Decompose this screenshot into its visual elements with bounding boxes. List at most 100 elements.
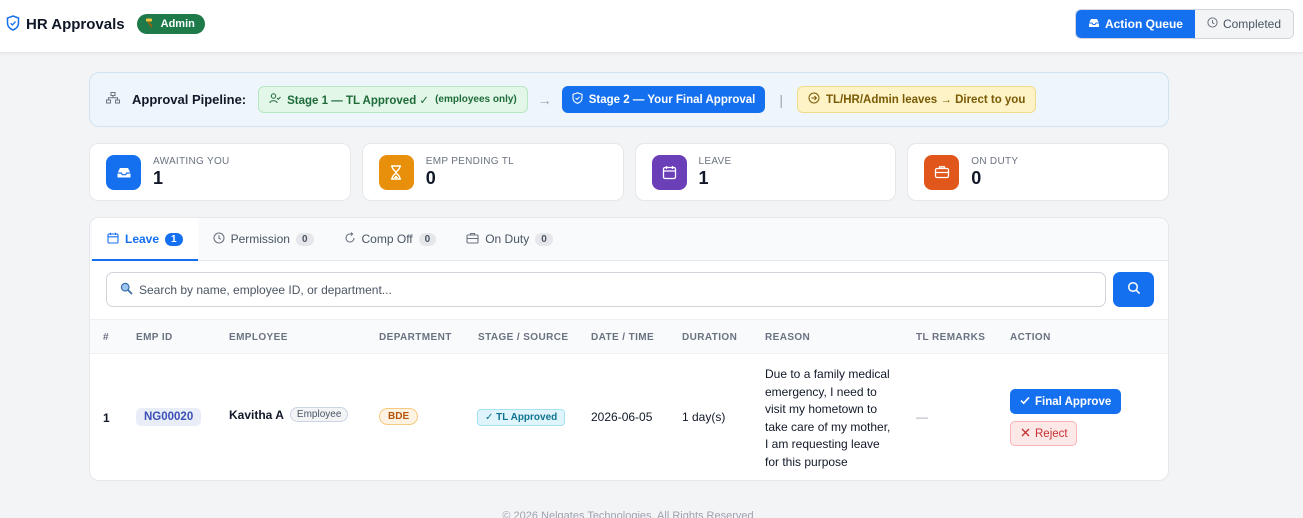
brand: HR Approvals Admin (6, 14, 205, 34)
check-icon (1020, 396, 1030, 408)
tab-label: Leave (125, 232, 160, 246)
close-icon (1021, 428, 1030, 440)
tab-on-duty[interactable]: On Duty 0 (451, 218, 568, 260)
request-tabs: Leave 1 Permission 0 Comp Off 0 On Duty … (90, 218, 1168, 261)
stat-emp-pending-tl: EMP PENDING TL 0 (361, 143, 624, 201)
pipeline-arrow: → (537, 91, 552, 108)
stage-2-label: Stage 2 — Your Final Approval (588, 93, 756, 106)
shield-icon (6, 14, 20, 34)
stat-value: 0 (425, 167, 436, 188)
column-header: DATE / TIME (591, 332, 655, 343)
clock-icon (1207, 17, 1218, 31)
stat-value: 1 (153, 167, 164, 188)
pipeline-separator: | (779, 91, 783, 108)
stat-label: EMP PENDING TL (425, 155, 515, 167)
direct-chip: TL/HR/Admin leaves → Direct to you (796, 86, 1037, 113)
tab-count: 0 (418, 232, 437, 246)
stage-1-note: (employees only) (435, 94, 517, 105)
emp-id: NG00020 (136, 408, 202, 426)
action-queue-button[interactable]: Action Queue (1075, 10, 1195, 38)
briefcase-icon (924, 154, 960, 190)
clock-icon (213, 231, 225, 247)
final-approve-label: Final Approve (1035, 395, 1112, 408)
stat-label: AWAITING YOU (153, 155, 230, 167)
tl-remarks-cell: — (916, 410, 928, 424)
stage-1-chip: Stage 1 — TL Approved ✓ (employees only) (258, 86, 528, 113)
inbox-icon (1088, 17, 1100, 31)
arrow-circle-icon (808, 92, 820, 107)
calendar-icon (651, 154, 687, 190)
tab-label: Permission (230, 232, 290, 246)
search-input[interactable] (139, 282, 1105, 297)
direct-label: TL/HR/Admin leaves → Direct to you (825, 93, 1026, 106)
tab-leave[interactable]: Leave 1 (92, 218, 198, 261)
search-icon (1127, 281, 1141, 298)
table-row: 1 NG00020 Kavitha A Employee BDE ✓ TL Ap… (90, 355, 1168, 480)
employee-cell: Kavitha A Employee (229, 407, 349, 422)
stage-badge: ✓ TL Approved (477, 409, 566, 426)
footer: © 2026 Nelgates Technologies. All Rights… (502, 510, 754, 518)
inbox-icon (106, 154, 141, 190)
reject-label: Reject (1035, 427, 1068, 440)
tab-label: On Duty (485, 232, 530, 246)
stage-2-chip: Stage 2 — Your Final Approval (561, 86, 766, 113)
duration-cell: 1 day(s) (682, 410, 726, 424)
tab-count: 0 (535, 232, 553, 246)
column-header: REASON (765, 332, 811, 343)
reason-line: take care of my mother, (765, 419, 891, 434)
reason-line: for this purpose (765, 454, 848, 469)
department-badge: BDE (379, 408, 419, 425)
tab-comp-off[interactable]: Comp Off 0 (329, 218, 452, 260)
row-index: 1 (103, 411, 110, 425)
column-header: ACTION (1010, 332, 1051, 343)
view-toggle: Action Queue Completed (1074, 9, 1294, 39)
reason-line: I am requesting leave (765, 437, 880, 451)
stat-value: 0 (971, 167, 982, 188)
reason-line: emergency, I need to (765, 384, 877, 399)
reason-line: visit my hometown to (765, 402, 878, 416)
stat-on-duty: ON DUTY 0 (907, 143, 1169, 201)
completed-label: Completed (1222, 17, 1281, 31)
column-header: DEPARTMENT (379, 332, 452, 343)
column-header: EMP ID (136, 332, 173, 343)
sitemap-icon (106, 92, 120, 107)
column-header: DURATION (682, 332, 738, 343)
search-box (106, 272, 1106, 307)
reason-cell: Due to a family medical emergency, I nee… (765, 366, 895, 471)
employee-name: Kavitha A (229, 407, 284, 422)
completed-button[interactable]: Completed (1194, 10, 1293, 38)
final-approve-button[interactable]: Final Approve (1010, 389, 1122, 414)
stat-label: LEAVE (698, 155, 732, 167)
stat-leave: LEAVE 1 (634, 143, 897, 201)
admin-badge: Admin (136, 14, 205, 34)
stat-label: ON DUTY (971, 155, 1019, 167)
column-header: EMPLOYEE (229, 332, 288, 343)
search-row (106, 272, 1154, 307)
search-button[interactable] (1113, 272, 1154, 307)
role-badge: Employee (289, 407, 349, 422)
top-bar: HR Approvals Admin Action Queue Complete… (0, 0, 1303, 53)
reject-button[interactable]: Reject (1010, 421, 1077, 446)
hammer-icon (145, 17, 156, 31)
shield-icon (572, 92, 583, 107)
refresh-icon (344, 231, 356, 247)
table-header: # EMP ID EMPLOYEE DEPARTMENT STAGE / SOU… (90, 319, 1168, 354)
hourglass-icon (378, 154, 414, 190)
date-cell: 2026-06-05 (591, 410, 653, 424)
stat-cards: AWAITING YOU 1 EMP PENDING TL 0 LEAVE 1 … (89, 143, 1169, 201)
tab-permission[interactable]: Permission 0 (198, 218, 329, 260)
action-queue-label: Action Queue (1104, 17, 1183, 31)
tab-count: 0 (295, 232, 314, 246)
column-header: STAGE / SOURCE (478, 332, 569, 343)
magnifier-icon (120, 282, 133, 298)
user-check-icon (269, 92, 282, 107)
reason-line: Due to a family medical (765, 367, 890, 381)
stat-value: 1 (698, 167, 709, 188)
requests-panel: Leave 1 Permission 0 Comp Off 0 On Duty … (89, 217, 1169, 481)
stage-1-label: Stage 1 — TL Approved ✓ (287, 94, 430, 107)
column-header: # (103, 332, 109, 343)
calendar-icon (107, 232, 119, 247)
tab-count: 1 (165, 232, 183, 246)
stat-awaiting-you: AWAITING YOU 1 (89, 143, 351, 201)
briefcase-icon (466, 232, 479, 247)
